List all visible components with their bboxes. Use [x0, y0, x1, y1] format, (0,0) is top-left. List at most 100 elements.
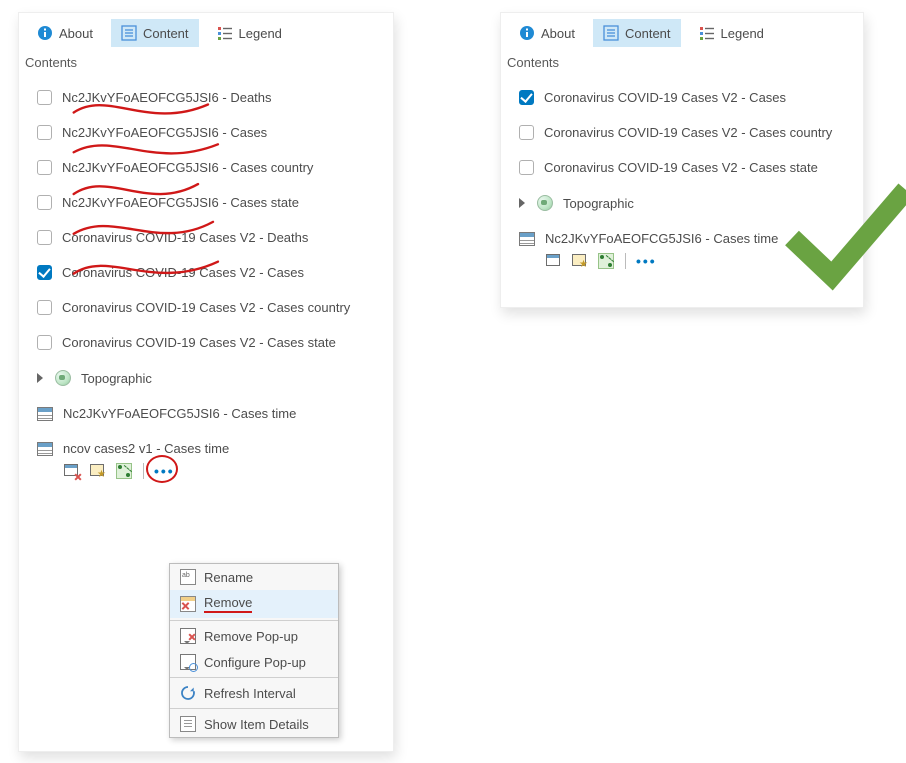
- layer-label: Nc2JKvYFoAEOFCG5JSI6 - Cases country: [62, 160, 313, 175]
- list-icon: [121, 25, 137, 41]
- layer-label: Coronavirus COVID-19 Cases V2 - Deaths: [62, 230, 308, 245]
- tab-about[interactable]: About: [509, 19, 585, 47]
- checkbox-icon[interactable]: [37, 195, 52, 210]
- remove-popup-icon: [180, 628, 196, 644]
- layer-label: Coronavirus COVID-19 Cases V2 - Cases st…: [62, 335, 336, 350]
- layer-item[interactable]: Coronavirus COVID-19 Cases V2 - Cases co…: [501, 115, 863, 150]
- checkbox-icon[interactable]: [37, 90, 52, 105]
- basemap-item[interactable]: Topographic: [501, 185, 863, 221]
- checkbox-checked-icon[interactable]: [37, 265, 52, 280]
- menu-remove[interactable]: Remove: [170, 590, 338, 618]
- menu-rename[interactable]: ab Rename: [170, 564, 338, 590]
- table-layer-label: Nc2JKvYFoAEOFCG5JSI6 - Cases time: [63, 406, 296, 421]
- checkbox-icon[interactable]: [37, 335, 52, 350]
- table-layer-item[interactable]: Nc2JKvYFoAEOFCG5JSI6 - Cases time: [19, 396, 393, 431]
- globe-icon: [537, 195, 553, 211]
- layer-item[interactable]: Nc2JKvYFoAEOFCG5JSI6 - Cases: [19, 115, 393, 150]
- layer-item[interactable]: Coronavirus COVID-19 Cases V2 - Cases: [19, 255, 393, 290]
- show-table-icon[interactable]: [545, 252, 563, 270]
- tab-about-label: About: [541, 26, 575, 41]
- menu-configure-popup-label: Configure Pop-up: [204, 655, 306, 670]
- menu-refresh-interval[interactable]: Refresh Interval: [170, 680, 338, 706]
- table-layer-label: Nc2JKvYFoAEOFCG5JSI6 - Cases time: [545, 231, 778, 246]
- change-style-icon[interactable]: ★: [571, 252, 589, 270]
- perform-analysis-icon[interactable]: [597, 252, 615, 270]
- perform-analysis-icon[interactable]: [115, 462, 133, 480]
- show-table-icon[interactable]: [63, 462, 81, 480]
- contents-heading: Contents: [19, 53, 393, 76]
- table-icon: [519, 232, 535, 246]
- annotation-underline: [204, 611, 252, 613]
- layer-label: Coronavirus COVID-19 Cases V2 - Cases co…: [62, 300, 350, 315]
- layer-label: Nc2JKvYFoAEOFCG5JSI6 - Deaths: [62, 90, 272, 105]
- checkbox-icon[interactable]: [37, 125, 52, 140]
- tab-legend[interactable]: Legend: [207, 19, 292, 47]
- tab-about[interactable]: About: [27, 19, 103, 47]
- layer-item[interactable]: Coronavirus COVID-19 Cases V2 - Cases st…: [501, 150, 863, 185]
- checkbox-icon[interactable]: [37, 230, 52, 245]
- basemap-label: Topographic: [563, 196, 634, 211]
- table-layer-item[interactable]: Nc2JKvYFoAEOFCG5JSI6 - Cases time: [501, 221, 863, 256]
- contents-panel-before: About Content Legend Contents Nc2JKvYFoA…: [18, 12, 394, 752]
- configure-popup-icon: [180, 654, 196, 670]
- list-icon: [603, 25, 619, 41]
- basemap-item[interactable]: Topographic: [19, 360, 393, 396]
- refresh-icon: [180, 685, 196, 701]
- globe-icon: [55, 370, 71, 386]
- tab-legend-label: Legend: [721, 26, 764, 41]
- menu-divider: [170, 677, 338, 678]
- panel-tabs: About Content Legend: [19, 13, 393, 53]
- layer-item[interactable]: Coronavirus COVID-19 Cases V2 - Deaths: [19, 220, 393, 255]
- more-options-wrap: •••: [154, 463, 175, 479]
- change-style-icon[interactable]: ★: [89, 462, 107, 480]
- layer-label: Nc2JKvYFoAEOFCG5JSI6 - Cases: [62, 125, 267, 140]
- menu-remove-popup[interactable]: Remove Pop-up: [170, 623, 338, 649]
- table-layer-label: ncov cases2 v1 - Cases time: [63, 441, 229, 456]
- layer-item[interactable]: Nc2JKvYFoAEOFCG5JSI6 - Cases state: [19, 185, 393, 220]
- panel-tabs: About Content Legend: [501, 13, 863, 53]
- rename-icon: ab: [180, 569, 196, 585]
- layer-label: Coronavirus COVID-19 Cases V2 - Cases: [544, 90, 786, 105]
- tab-legend[interactable]: Legend: [689, 19, 774, 47]
- checkbox-icon[interactable]: [519, 160, 534, 175]
- layer-item[interactable]: Coronavirus COVID-19 Cases V2 - Cases: [501, 80, 863, 115]
- menu-rename-label: Rename: [204, 570, 253, 585]
- layer-item[interactable]: Nc2JKvYFoAEOFCG5JSI6 - Cases country: [19, 150, 393, 185]
- tab-content[interactable]: Content: [593, 19, 681, 47]
- menu-refresh-label: Refresh Interval: [204, 686, 296, 701]
- checkbox-icon[interactable]: [519, 125, 534, 140]
- tab-content-label: Content: [625, 26, 671, 41]
- layer-item[interactable]: Coronavirus COVID-19 Cases V2 - Cases st…: [19, 325, 393, 360]
- checkbox-checked-icon[interactable]: [519, 90, 534, 105]
- menu-item-details[interactable]: Show Item Details: [170, 711, 338, 737]
- tab-content[interactable]: Content: [111, 19, 199, 47]
- menu-configure-popup[interactable]: Configure Pop-up: [170, 649, 338, 675]
- basemap-label: Topographic: [81, 371, 152, 386]
- checkbox-icon[interactable]: [37, 300, 52, 315]
- menu-divider: [170, 620, 338, 621]
- remove-icon: [180, 596, 196, 612]
- layer-list: Nc2JKvYFoAEOFCG5JSI6 - Deaths Nc2JKvYFoA…: [19, 76, 393, 494]
- info-icon: [37, 25, 53, 41]
- checkbox-icon[interactable]: [37, 160, 52, 175]
- menu-details-label: Show Item Details: [204, 717, 309, 732]
- layer-list: Coronavirus COVID-19 Cases V2 - Cases Co…: [501, 76, 863, 284]
- legend-icon: [699, 25, 715, 41]
- more-options-button[interactable]: •••: [154, 463, 175, 479]
- layer-context-menu: ab Rename Remove Remove Pop-up Configure…: [169, 563, 339, 738]
- info-icon: [519, 25, 535, 41]
- layer-item[interactable]: Coronavirus COVID-19 Cases V2 - Cases co…: [19, 290, 393, 325]
- details-icon: [180, 716, 196, 732]
- legend-icon: [217, 25, 233, 41]
- menu-remove-popup-label: Remove Pop-up: [204, 629, 298, 644]
- menu-divider: [170, 708, 338, 709]
- table-layer-item-active[interactable]: ncov cases2 v1 - Cases time: [19, 431, 393, 466]
- tab-about-label: About: [59, 26, 93, 41]
- expand-triangle-icon[interactable]: [37, 373, 43, 383]
- menu-remove-text: Remove: [204, 595, 252, 610]
- table-icon: [37, 407, 53, 421]
- contents-heading: Contents: [501, 53, 863, 76]
- contents-panel-after: About Content Legend Contents Coronaviru…: [500, 12, 864, 308]
- layer-item[interactable]: Nc2JKvYFoAEOFCG5JSI6 - Deaths: [19, 80, 393, 115]
- expand-triangle-icon[interactable]: [519, 198, 525, 208]
